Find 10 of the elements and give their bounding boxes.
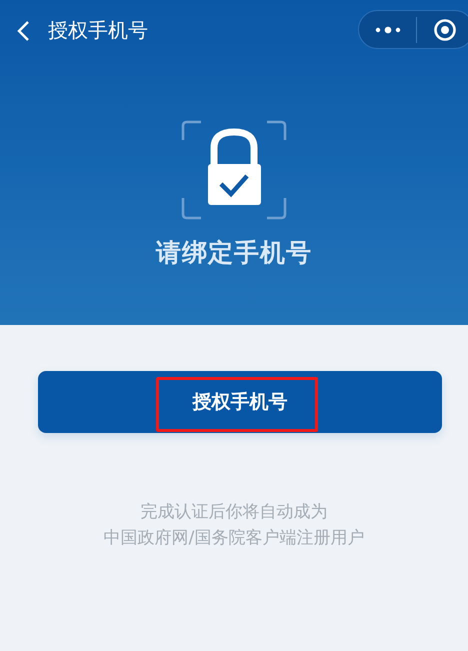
back-icon bbox=[16, 20, 30, 42]
close-button[interactable] bbox=[433, 17, 458, 42]
close-icon bbox=[433, 18, 458, 42]
page-title: 授权手机号 bbox=[48, 17, 148, 44]
note-text: 完成认证后你将自动成为 bbox=[140, 501, 328, 524]
heading: 请绑定手机号 bbox=[156, 237, 312, 269]
note-text: 中国政府网/国务院客户端注册用户 bbox=[104, 527, 364, 550]
lock-check-icon bbox=[181, 120, 287, 220]
more-icon bbox=[374, 26, 401, 34]
authorize-phone-button[interactable]: 授权手机号 bbox=[38, 371, 442, 433]
